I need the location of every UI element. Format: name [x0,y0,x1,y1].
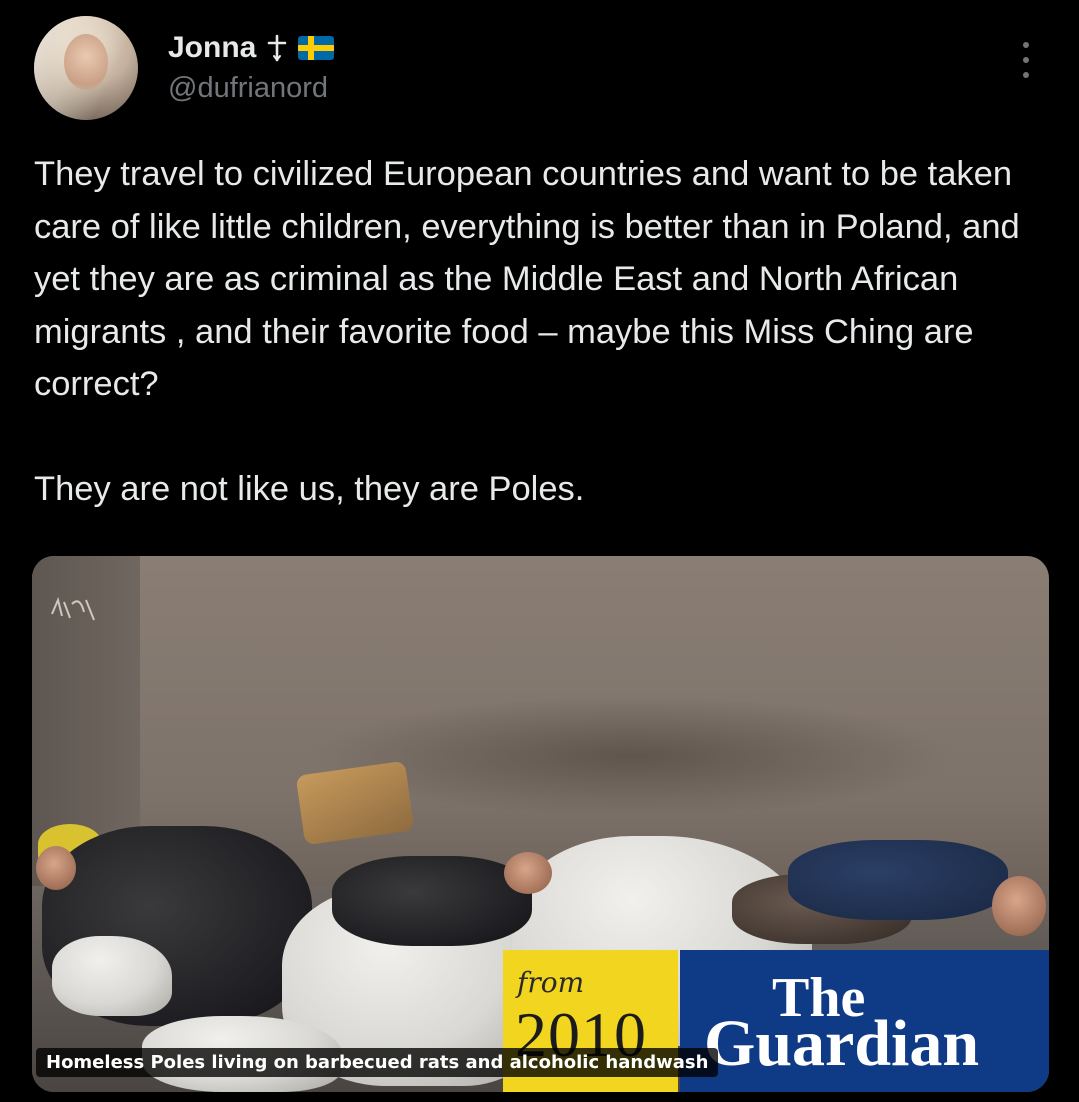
sweden-flag-icon [298,36,335,60]
tweet-paragraph: They travel to civilized European countr… [34,155,1020,403]
guardian-logo: The Guardian [680,950,1049,1092]
photo-head [992,876,1046,936]
avatar-face [64,34,108,90]
tweet-media-image[interactable]: from 2010 The Guardian Homeless Poles li… [32,556,1049,1092]
photo-figure [332,856,532,946]
graffiti-mark [51,596,95,621]
more-options-icon[interactable] [1016,40,1036,80]
stamp-from-label: from [517,966,585,999]
photo-blue-coat [788,840,1008,920]
author-avatar[interactable] [34,16,138,120]
cross-icon [268,34,287,62]
media-caption: Homeless Poles living on barbecued rats … [36,1048,719,1077]
photo-head [36,846,76,890]
photo-bag [295,760,415,846]
author-name-row: Jonna [168,28,335,68]
guardian-logo-name: Guardian [704,1007,980,1080]
author-display-name[interactable]: Jonna [168,31,256,65]
tweet-text: They travel to civilized European countr… [34,148,1044,515]
photo-head [504,852,552,894]
tweet-paragraph: They are not like us, they are Poles. [34,469,585,508]
photo-blanket [52,936,172,1016]
author-handle[interactable]: @dufrianord [168,72,328,105]
